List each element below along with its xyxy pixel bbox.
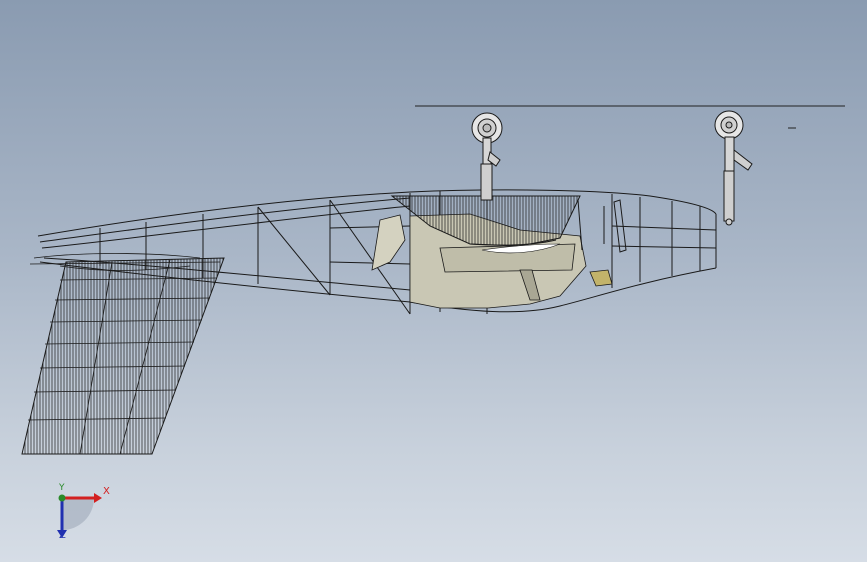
- tail-fin: [21, 257, 225, 455]
- triad-graphic: [57, 493, 102, 538]
- y-axis-label: Y: [59, 483, 65, 493]
- coordinate-triad: X Y Z: [44, 480, 124, 550]
- x-axis-label: X: [103, 486, 110, 497]
- aircraft-fuselage-model[interactable]: [0, 0, 867, 562]
- nose-landing-gear: [714, 110, 753, 226]
- z-axis-label: Z: [59, 530, 66, 541]
- graphics-viewport[interactable]: X Y Z: [0, 0, 867, 562]
- y-axis-dot: [58, 494, 66, 502]
- main-landing-gear: [471, 112, 503, 201]
